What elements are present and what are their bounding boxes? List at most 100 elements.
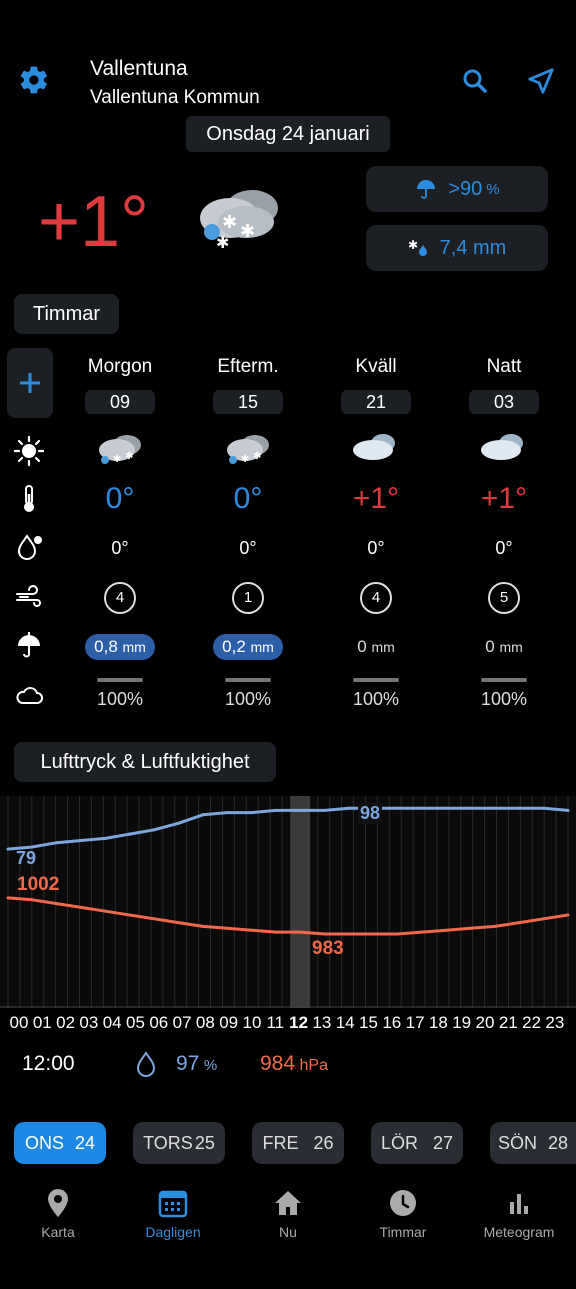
current-temperature: +1°: [38, 182, 149, 262]
humidity-start-label: 79: [16, 848, 37, 868]
pressure-point: [493, 924, 497, 928]
svg-text:✱: ✱: [216, 233, 229, 250]
home-icon: [275, 1191, 301, 1215]
pressure-point: [298, 930, 302, 934]
nav-dagligen[interactable]: Dagligen: [118, 1188, 228, 1240]
pressure-point: [444, 928, 448, 932]
snow-cloud-icon: ✱ ✱: [223, 432, 273, 468]
svg-text:✱: ✱: [241, 454, 249, 465]
day-button-lor[interactable]: LÖR 27: [371, 1122, 463, 1164]
pressure-humidity-chart[interactable]: [0, 796, 576, 1008]
humidity-point: [542, 806, 546, 810]
precip-chance-value: >90: [448, 177, 483, 200]
period-cloud-cover: 100%: [224, 689, 272, 709]
svg-text:✱: ✱: [125, 451, 133, 462]
humidity-point: [128, 832, 132, 836]
period-dewpoint: 0°: [367, 538, 385, 558]
pressure-point: [225, 926, 229, 930]
pressure-point: [176, 921, 180, 925]
pressure-point: [274, 930, 278, 934]
dewpoint-icon: [14, 532, 44, 562]
chart-background: [0, 796, 576, 1008]
nav-timmar[interactable]: Timmar: [348, 1188, 458, 1240]
clock-icon: [390, 1190, 416, 1216]
period-cloud-cover: 100%: [96, 689, 144, 709]
period-time: 15: [213, 390, 283, 414]
pressure-point: [396, 932, 400, 936]
cloud-icon: [479, 432, 529, 462]
tab-timmar[interactable]: Timmar: [14, 294, 119, 334]
period-time: 09: [85, 390, 155, 414]
selected-humidity: 97 %: [176, 1052, 218, 1075]
period-precipitation: 0 mm: [485, 637, 523, 656]
nav-nu[interactable]: Nu: [233, 1188, 343, 1240]
nav-karta[interactable]: Karta: [3, 1188, 113, 1240]
humidity-point: [566, 808, 570, 812]
pressure-point: [128, 913, 132, 917]
cloud-icon: [351, 432, 401, 462]
pressure-point: [55, 902, 59, 906]
settings-icon[interactable]: [18, 64, 50, 96]
pressure-point: [420, 930, 424, 934]
period-precipitation: 0,8 mm: [85, 634, 155, 660]
pressure-start-label: 1002: [17, 874, 60, 895]
snow-cloud-icon: ✱ ✱: [95, 432, 145, 468]
cloud-cover-bar: [225, 678, 271, 682]
period-time: 03: [469, 390, 539, 414]
wind-speed-badge: 4: [360, 582, 392, 614]
map-pin-icon: [48, 1189, 68, 1217]
location-arrow-icon[interactable]: [526, 66, 556, 96]
hour-label: 17: [405, 1013, 425, 1032]
hour-label: 01: [32, 1013, 52, 1032]
wind-speed-badge: 5: [488, 582, 520, 614]
pressure-min-label: 983: [312, 938, 344, 959]
svg-text:✱: ✱: [240, 221, 255, 242]
wind-speed-badge: 4: [104, 582, 136, 614]
humidity-point: [469, 806, 473, 810]
pressure-point: [517, 921, 521, 925]
humidity-point: [420, 806, 424, 810]
hour-label: 03: [79, 1013, 99, 1032]
period-name: Morgon: [87, 356, 153, 377]
cloud-cover-bar: [353, 678, 399, 682]
nav-meteogram[interactable]: Meteogram: [464, 1188, 574, 1240]
search-icon[interactable]: [460, 66, 490, 96]
day-button-ons[interactable]: ONS 24: [14, 1122, 106, 1164]
hour-label: 10: [242, 1013, 262, 1032]
selected-pressure: 984 hPa: [260, 1052, 328, 1075]
humidity-point: [201, 813, 205, 817]
hour-label: 02: [56, 1013, 76, 1032]
hour-label: 05: [126, 1013, 145, 1032]
svg-text:✱: ✱: [222, 212, 237, 233]
city-name[interactable]: Vallentuna: [90, 57, 188, 81]
pressure-point: [542, 917, 546, 921]
pressure-point: [323, 932, 327, 936]
humidity-point: [493, 806, 497, 810]
hour-label: 00: [9, 1013, 29, 1032]
day-button-tors[interactable]: TORS 25: [133, 1122, 225, 1164]
humidity-point: [79, 839, 83, 843]
pressure-point: [6, 896, 10, 900]
hour-label: 19: [452, 1013, 472, 1032]
hour-label: 13: [312, 1013, 332, 1032]
add-button[interactable]: [7, 348, 53, 418]
period-temperature: +1°: [480, 482, 528, 515]
wind-icon: [14, 582, 44, 612]
humidity-point: [323, 808, 327, 812]
pressure-point: [152, 917, 156, 921]
calendar-icon: [158, 1190, 188, 1218]
period-precipitation: 0 mm: [357, 637, 395, 656]
svg-text:✱: ✱: [113, 454, 121, 465]
day-button-fre[interactable]: FRE 26: [252, 1122, 344, 1164]
thermometer-icon: [14, 484, 44, 514]
municipality-name: Vallentuna Kommun: [90, 87, 260, 108]
period-precipitation: 0,2 mm: [213, 634, 283, 660]
pressure-point: [30, 898, 34, 902]
humidity-point: [298, 808, 302, 812]
day-button-son[interactable]: SÖN 28: [490, 1122, 576, 1164]
bar-chart-icon: [510, 1194, 528, 1214]
precip-amount-value: 7,4 mm: [439, 236, 507, 259]
snow-cloud-icon: ✱ ✱ ✱: [190, 182, 286, 250]
date-label: Onsdag 24 januari: [186, 116, 390, 152]
period-cloud-cover: 100%: [480, 689, 528, 709]
